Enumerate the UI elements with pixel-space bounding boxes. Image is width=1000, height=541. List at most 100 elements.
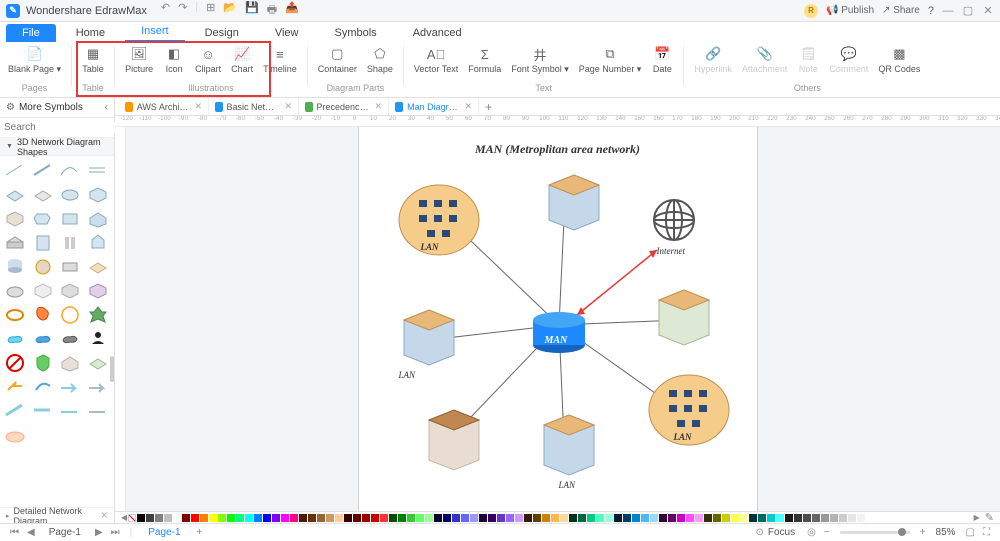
palette-shape[interactable] — [32, 160, 54, 180]
page-number-button[interactable]: ⧉Page Number ▾ — [575, 44, 646, 77]
palette-shape[interactable] — [59, 352, 81, 372]
timeline-button[interactable]: ≡Timeline — [259, 44, 301, 76]
color-swatch[interactable] — [443, 514, 451, 522]
color-swatch[interactable] — [398, 514, 406, 522]
new-icon[interactable]: ⊞ — [206, 1, 215, 20]
palette-shape[interactable] — [32, 352, 54, 372]
qr-codes-button[interactable]: ▩QR Codes — [874, 44, 924, 76]
minimize-icon[interactable]: — — [942, 5, 954, 17]
share-button[interactable]: ↗ Share — [882, 5, 920, 16]
palette-shape[interactable] — [4, 376, 26, 396]
color-swatch[interactable] — [497, 514, 505, 522]
date-button[interactable]: 📅Date — [647, 44, 677, 76]
color-swatch[interactable] — [425, 514, 433, 522]
document-tab[interactable]: Precedence Dia...✕ — [299, 98, 389, 115]
redo-icon[interactable]: ↷ — [178, 1, 187, 20]
color-swatch[interactable] — [587, 514, 595, 522]
color-swatch[interactable] — [848, 514, 856, 522]
palette-shape[interactable] — [59, 184, 81, 204]
palette-shape[interactable] — [4, 280, 26, 300]
page-prev-icon[interactable]: ◀ — [23, 527, 39, 538]
color-swatch[interactable] — [254, 514, 262, 522]
shapes-accordion-header[interactable]: ▼ 3D Network Diagram Shapes — [0, 138, 114, 156]
close-tab-icon[interactable]: ✕ — [374, 101, 382, 112]
color-swatch[interactable] — [299, 514, 307, 522]
color-swatch[interactable] — [155, 514, 163, 522]
fit-page-icon[interactable]: ▢ — [962, 527, 979, 538]
save-icon[interactable]: 💾 — [245, 1, 259, 20]
color-swatch[interactable] — [749, 514, 757, 522]
menu-symbols[interactable]: Symbols — [319, 24, 393, 42]
formula-button[interactable]: ΣFormula — [464, 44, 505, 76]
palette-shape[interactable] — [4, 208, 26, 228]
color-swatch[interactable] — [524, 514, 532, 522]
undo-icon[interactable]: ↶ — [161, 1, 170, 20]
palette-shape[interactable] — [59, 400, 81, 420]
menu-advanced[interactable]: Advanced — [397, 24, 478, 42]
blank-page-button[interactable]: 📄Blank Page ▾ — [4, 44, 65, 77]
close-panel-icon[interactable]: ✕ — [100, 510, 108, 521]
palette-shape[interactable] — [59, 376, 81, 396]
palette-shape[interactable] — [32, 184, 54, 204]
palette-shape[interactable] — [87, 376, 109, 396]
shape-button[interactable]: ⬠Shape — [363, 44, 397, 76]
palette-shape[interactable] — [4, 352, 26, 372]
color-swatch[interactable] — [623, 514, 631, 522]
color-swatch[interactable] — [830, 514, 838, 522]
color-swatch[interactable] — [857, 514, 865, 522]
focus-icon[interactable]: ⊙ — [751, 527, 767, 538]
color-swatch[interactable] — [551, 514, 559, 522]
palette-shape[interactable] — [59, 208, 81, 228]
palette-shape[interactable] — [4, 424, 26, 444]
color-swatch[interactable] — [515, 514, 523, 522]
menu-view[interactable]: View — [259, 24, 315, 42]
palette-shape[interactable] — [32, 256, 54, 276]
color-swatch[interactable] — [227, 514, 235, 522]
color-swatch[interactable] — [785, 514, 793, 522]
color-swatch[interactable] — [659, 514, 667, 522]
color-swatch[interactable] — [533, 514, 541, 522]
color-swatch[interactable] — [335, 514, 343, 522]
print-icon[interactable]: 🖶 — [267, 1, 277, 20]
page-last-icon[interactable]: ⏭ — [107, 527, 124, 538]
document-tab[interactable]: AWS Architectu...✕ — [119, 98, 209, 115]
color-prev-icon[interactable]: ◀ — [121, 513, 127, 522]
user-avatar[interactable]: R — [804, 4, 818, 18]
document-tab[interactable]: Man Diagram i...✕ — [389, 98, 479, 115]
picture-button[interactable]: 🖼Picture — [121, 44, 157, 76]
export-icon[interactable]: 📤 — [285, 1, 299, 20]
no-fill-swatch[interactable] — [128, 514, 136, 522]
palette-shape[interactable] — [87, 208, 109, 228]
menu-file[interactable]: File — [6, 24, 56, 42]
color-swatch[interactable] — [479, 514, 487, 522]
help-icon[interactable]: ? — [928, 5, 934, 17]
palette-shape[interactable] — [32, 304, 54, 324]
menu-home[interactable]: Home — [60, 24, 121, 42]
palette-shape[interactable] — [4, 232, 26, 252]
color-swatch[interactable] — [191, 514, 199, 522]
color-swatch[interactable] — [317, 514, 325, 522]
target-icon[interactable]: ◎ — [803, 527, 820, 538]
font-symbol-button[interactable]: 井Font Symbol ▾ — [507, 44, 573, 77]
color-swatch[interactable] — [353, 514, 361, 522]
palette-shape[interactable] — [32, 376, 54, 396]
color-swatch[interactable] — [821, 514, 829, 522]
color-swatch[interactable] — [677, 514, 685, 522]
color-swatch[interactable] — [632, 514, 640, 522]
canvas[interactable]: MAN (Metroplitan area network) — [115, 127, 1000, 511]
clipart-button[interactable]: ☺Clipart — [191, 44, 225, 76]
menu-design[interactable]: Design — [189, 24, 255, 42]
color-swatch[interactable] — [281, 514, 289, 522]
color-swatch[interactable] — [209, 514, 217, 522]
palette-shape[interactable] — [59, 280, 81, 300]
color-swatch[interactable] — [812, 514, 820, 522]
palette-shape[interactable] — [87, 232, 109, 252]
icon-button[interactable]: ◧Icon — [159, 44, 189, 76]
color-swatch[interactable] — [605, 514, 613, 522]
zoom-in-icon[interactable]: + — [916, 527, 930, 538]
color-swatch[interactable] — [173, 514, 181, 522]
add-tab-button[interactable]: + — [479, 98, 498, 115]
palette-shape[interactable] — [4, 328, 26, 348]
color-swatch[interactable] — [362, 514, 370, 522]
scrollbar-thumb[interactable] — [110, 356, 114, 382]
